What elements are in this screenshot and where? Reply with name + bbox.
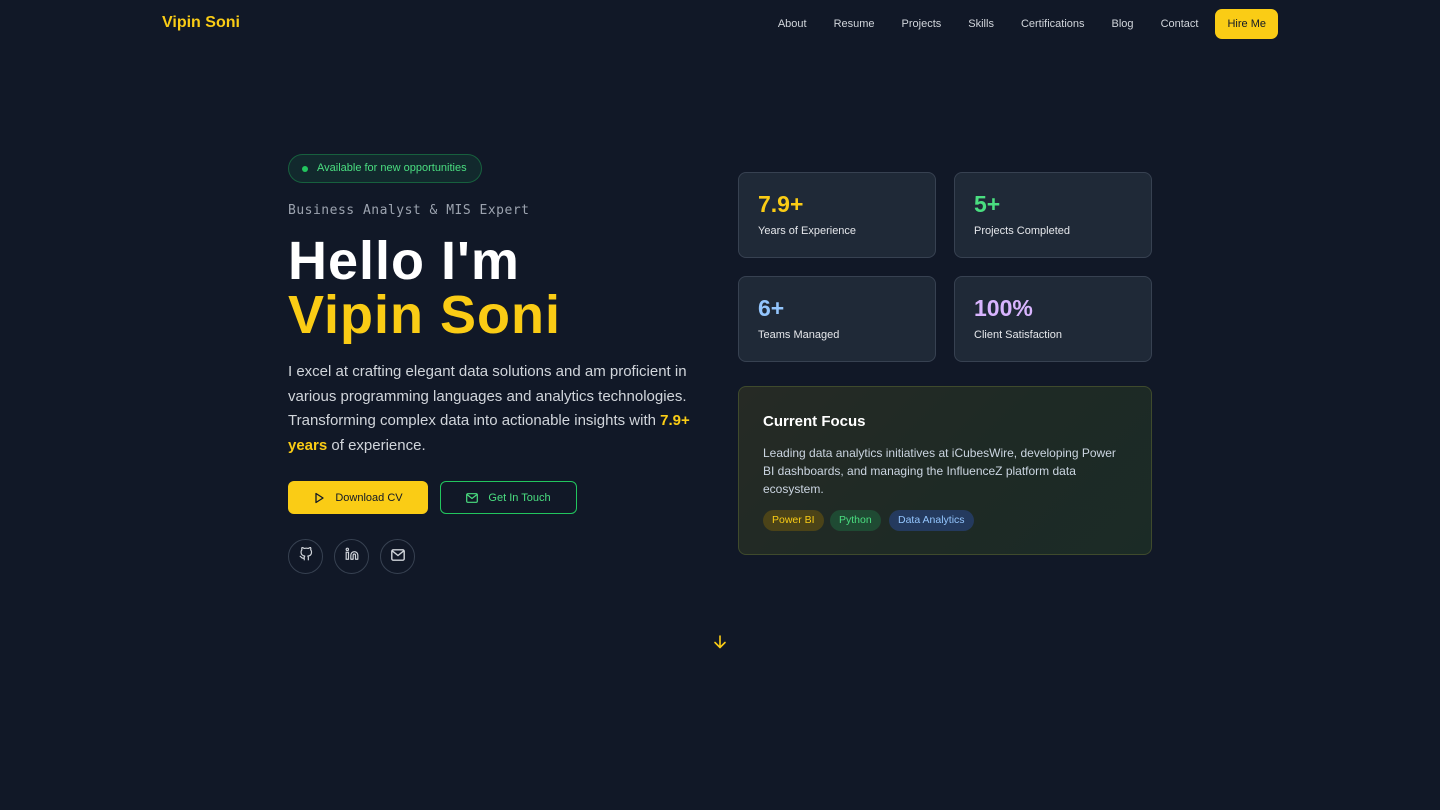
nav-link-contact[interactable]: Contact — [1161, 18, 1199, 30]
hero-name: Vipin Soni — [288, 285, 562, 345]
role-subtitle: Business Analyst & MIS Expert — [288, 203, 530, 218]
stat-card-projects: 5+ Projects Completed — [954, 172, 1152, 258]
nav-link-resume[interactable]: Resume — [834, 18, 875, 30]
intro-paragraph: I excel at crafting elegant data solutio… — [288, 360, 708, 458]
nav-link-projects[interactable]: Projects — [902, 18, 942, 30]
tag-data-analytics: Data Analytics — [889, 510, 974, 531]
download-cv-button[interactable]: Download CV — [288, 481, 428, 514]
tag-python: Python — [830, 510, 881, 531]
linkedin-link[interactable] — [334, 539, 369, 574]
get-in-touch-label: Get In Touch — [488, 491, 551, 504]
download-cv-label: Download CV — [335, 491, 403, 504]
stat-label: Client Satisfaction — [974, 329, 1063, 341]
mail-icon — [390, 548, 405, 566]
play-icon — [313, 492, 325, 504]
linkedin-icon — [345, 547, 359, 566]
mail-icon — [466, 492, 479, 503]
site-logo[interactable]: Vipin Soni — [162, 14, 240, 32]
focus-title: Current Focus — [763, 413, 866, 430]
nav-link-about[interactable]: About — [778, 18, 807, 30]
stat-card-satisfaction: 100% Client Satisfaction — [954, 276, 1152, 362]
nav-links: About Resume Projects Skills Certificati… — [778, 9, 1278, 39]
get-in-touch-button[interactable]: Get In Touch — [440, 481, 577, 514]
hire-me-button[interactable]: Hire Me — [1215, 9, 1278, 39]
availability-badge: Available for new opportunities — [288, 154, 482, 183]
stat-label: Projects Completed — [974, 225, 1070, 237]
github-link[interactable] — [288, 539, 323, 574]
github-icon — [299, 546, 313, 566]
nav-link-blog[interactable]: Blog — [1112, 18, 1134, 30]
status-dot-icon — [302, 166, 308, 172]
current-focus-card: Current Focus Leading data analytics ini… — [738, 386, 1152, 555]
stat-value: 7.9+ — [758, 191, 804, 217]
stat-value: 100% — [974, 295, 1033, 321]
stat-card-teams: 6+ Teams Managed — [738, 276, 936, 362]
nav-link-certifications[interactable]: Certifications — [1021, 18, 1085, 30]
email-link[interactable] — [380, 539, 415, 574]
top-navigation: Vipin Soni About Resume Projects Skills … — [0, 0, 1440, 46]
stat-card-experience: 7.9+ Years of Experience — [738, 172, 936, 258]
availability-text: Available for new opportunities — [317, 162, 467, 174]
arrow-down-icon — [712, 635, 728, 654]
focus-description: Leading data analytics initiatives at iC… — [763, 446, 1116, 496]
scroll-down-button[interactable] — [712, 634, 728, 650]
stat-value: 5+ — [974, 191, 1001, 217]
stat-label: Years of Experience — [758, 225, 857, 237]
intro-text-start: I excel at crafting elegant data solutio… — [288, 363, 687, 429]
nav-link-skills[interactable]: Skills — [968, 18, 994, 30]
hero-greeting: Hello I'm — [288, 231, 520, 291]
intro-text-end: of experience. — [327, 436, 426, 454]
stat-label: Teams Managed — [758, 329, 840, 341]
stat-value: 6+ — [758, 295, 785, 321]
tag-power-bi: Power BI — [763, 510, 824, 531]
